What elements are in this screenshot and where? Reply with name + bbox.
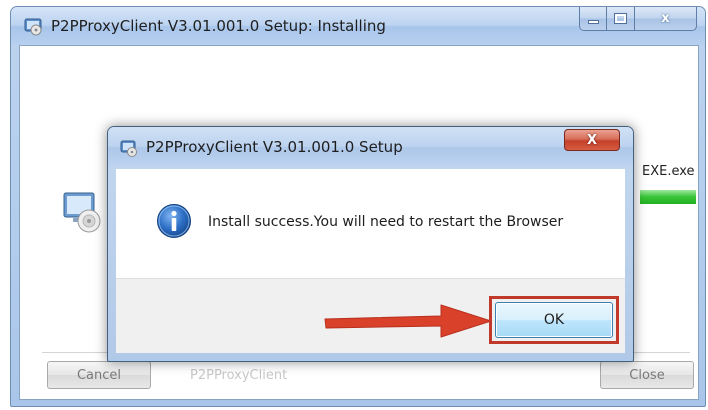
installer-title: P2PProxyClient V3.01.001.0 Setup: Instal…: [51, 17, 386, 35]
dialog-message: Install success.You will need to restart…: [208, 214, 564, 230]
minimize-icon: [580, 7, 606, 30]
setup-dialog: P2PProxyClient V3.01.001.0 Setup X Insta…: [107, 126, 634, 362]
installer-brand-text: P2PProxyClient: [190, 368, 288, 383]
minimize-button[interactable]: [579, 7, 607, 31]
cancel-button[interactable]: Cancel: [47, 361, 151, 389]
close-icon: X: [586, 132, 598, 148]
close-button[interactable]: Close: [600, 361, 694, 389]
dialog-close-button[interactable]: X: [564, 129, 620, 151]
maximize-icon: [607, 7, 634, 30]
installer-caption-buttons: x: [579, 7, 697, 31]
installer-titlebar[interactable]: P2PProxyClient V3.01.001.0 Setup: Instal…: [11, 7, 705, 45]
screenshot: P2PProxyClient V3.01.001.0 Setup: Instal…: [0, 0, 708, 410]
installer-file-label: EXE.exe: [642, 164, 695, 179]
ok-button[interactable]: OK: [495, 302, 613, 338]
installer-product-icon: [63, 192, 101, 233]
red-arrow-icon: [324, 304, 492, 338]
close-icon: x: [661, 11, 670, 26]
dialog-titlebar[interactable]: P2PProxyClient V3.01.001.0 Setup X: [108, 127, 633, 167]
installer-app-icon: [24, 18, 42, 36]
installer-progress-bar: [640, 190, 696, 204]
dialog-app-icon: [120, 140, 137, 157]
dialog-body: Install success.You will need to restart…: [116, 169, 625, 278]
info-icon: [157, 204, 191, 238]
dialog-title: P2PProxyClient V3.01.001.0 Setup: [146, 138, 403, 156]
maximize-button[interactable]: [607, 7, 635, 31]
installer-close-button[interactable]: x: [635, 7, 697, 31]
dialog-footer: OK: [116, 278, 625, 353]
